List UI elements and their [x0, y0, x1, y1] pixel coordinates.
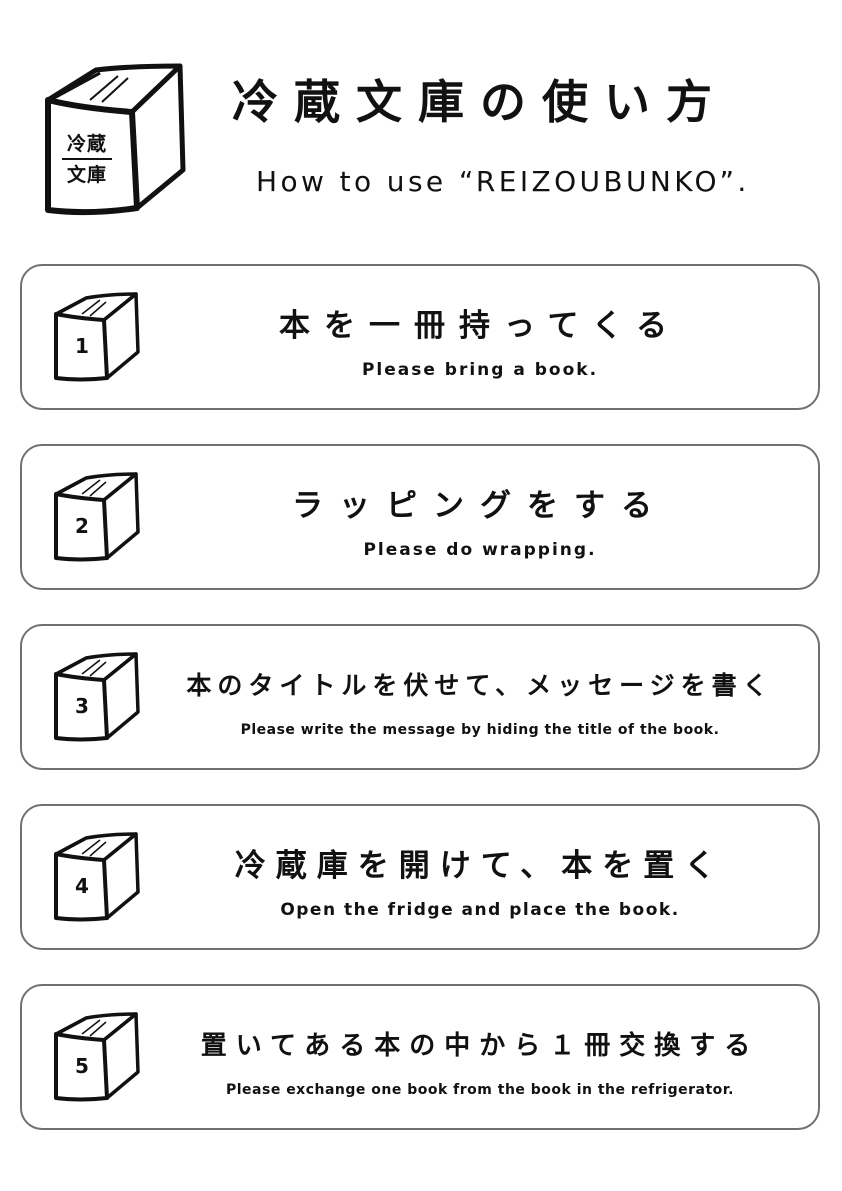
step-title: ラッピングをする — [292, 488, 668, 524]
step-card-5: 5 置いてある本の中から１冊交換する Please exchange one b… — [20, 984, 820, 1130]
step-title: 冷蔵庫を開けて、本を置く — [234, 848, 726, 884]
book-icon: 3 — [52, 650, 142, 742]
step-subtitle: Please exchange one book from the book i… — [225, 1082, 734, 1098]
logo-text-bottom: 文庫 — [66, 164, 107, 186]
page-header: 冷蔵 文庫 冷蔵文庫の使い方 How to use “REIZOUBUNKO”. — [0, 0, 842, 240]
step-card-1: 1 本を一冊持ってくる Please bring a book. — [20, 264, 820, 410]
logo-label: 冷蔵 文庫 — [56, 132, 118, 187]
logo-text-top: 冷蔵 — [62, 132, 112, 160]
step-subtitle: Please write the message by hiding the t… — [240, 722, 720, 738]
book-icon: 5 — [52, 1010, 142, 1102]
step-number: 2 — [75, 514, 89, 538]
step-number: 5 — [75, 1054, 89, 1078]
step-card-4: 4 冷蔵庫を開けて、本を置く Open the fridge and place… — [20, 804, 820, 950]
step-title: 本のタイトルを伏せて、メッセージを書く — [186, 671, 774, 700]
step-card-2: 2 ラッピングをする Please do wrapping. — [20, 444, 820, 590]
book-logo-icon: 冷蔵 文庫 — [40, 58, 190, 218]
step-card-3: 3 本のタイトルを伏せて、メッセージを書く Please write the m… — [20, 624, 820, 770]
page-subtitle: How to use “REIZOUBUNKO”. — [256, 165, 750, 198]
step-number: 3 — [75, 694, 89, 718]
book-icon: 2 — [52, 470, 142, 562]
step-subtitle: Please do wrapping. — [363, 540, 597, 560]
step-number: 4 — [75, 874, 89, 898]
step-subtitle: Open the fridge and place the book. — [280, 900, 680, 920]
book-icon: 1 — [52, 290, 142, 382]
book-icon: 4 — [52, 830, 142, 922]
step-title: 本を一冊持ってくる — [279, 308, 681, 344]
step-number: 1 — [75, 334, 89, 358]
step-title: 置いてある本の中から１冊交換する — [200, 1031, 760, 1061]
step-subtitle: Please bring a book. — [361, 360, 599, 380]
page-title: 冷蔵文庫の使い方 — [232, 75, 728, 129]
